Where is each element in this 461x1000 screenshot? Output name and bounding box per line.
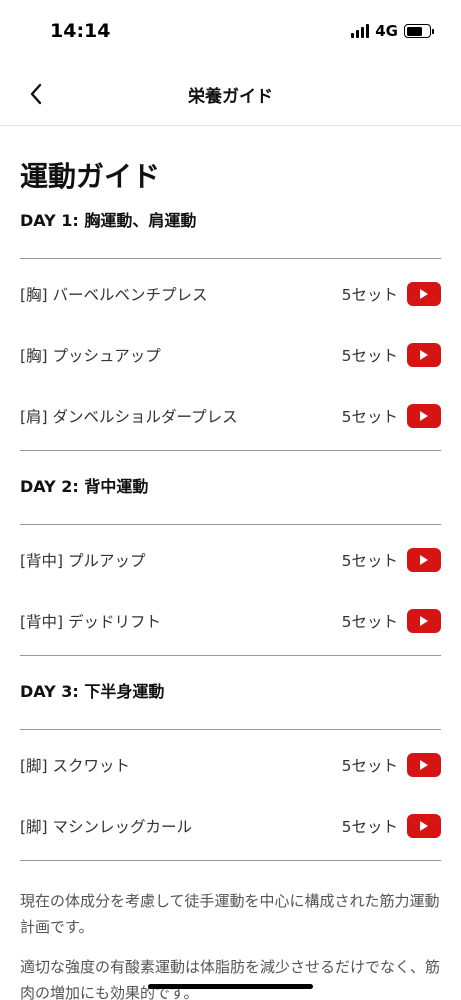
day-title: DAY 1: 胸運動、肩運動 [20, 211, 197, 230]
plan-description: 現在の体成分を考慮して徒手運動を中心に構成された筋力運動計画です。 [20, 892, 440, 936]
signal-icon [351, 24, 370, 38]
day-section-1: DAY 1: 胸運動、肩運動 [胸] バーベルベンチプレス 5セット [胸] プ… [20, 210, 441, 451]
play-video-button[interactable] [407, 403, 441, 428]
exercise-sets: 5セット [341, 407, 398, 426]
exercise-sets: 5セット [341, 346, 398, 365]
play-video-button[interactable] [407, 547, 441, 572]
play-video-button[interactable] [407, 813, 441, 838]
exercise-name: [背中] デッドリフト [20, 612, 162, 631]
play-video-button[interactable] [407, 342, 441, 367]
cardio-note: 適切な強度の有酸素運動は体脂肪を減少させるだけでなく、筋肉の増加にも効果的です。 [20, 958, 441, 1000]
play-video-button[interactable] [407, 281, 441, 306]
status-bar: 14:14 4G [0, 0, 461, 62]
youtube-play-icon [420, 554, 428, 565]
play-video-button[interactable] [407, 752, 441, 777]
exercise-name: [脚] マシンレッグカール [20, 817, 193, 836]
youtube-play-icon [420, 288, 428, 299]
youtube-play-icon [420, 349, 428, 360]
youtube-play-icon [420, 615, 428, 626]
day-title: DAY 3: 下半身運動 [20, 682, 165, 701]
exercise-row: [胸] プッシュアップ 5セット [20, 324, 441, 385]
page-title: 運動ガイド [20, 160, 161, 193]
day-section-3: DAY 3: 下半身運動 [脚] スクワット 5セット [脚] マシンレッグカー… [20, 681, 441, 861]
exercise-list: [胸] バーベルベンチプレス 5セット [胸] プッシュアップ 5セット [肩]… [20, 258, 441, 451]
exercise-sets: 5セット [341, 551, 398, 570]
status-time: 14:14 [50, 20, 111, 42]
exercise-name: [胸] プッシュアップ [20, 346, 161, 365]
status-indicators: 4G [351, 22, 434, 40]
exercise-list: [背中] プルアップ 5セット [背中] デッドリフト 5セット [20, 524, 441, 656]
youtube-play-icon [420, 759, 428, 770]
home-indicator [148, 984, 313, 989]
play-video-button[interactable] [407, 608, 441, 633]
exercise-row: [肩] ダンベルショルダープレス 5セット [20, 385, 441, 446]
day-section-2: DAY 2: 背中運動 [背中] プルアップ 5セット [背中] デッドリフト … [20, 476, 441, 656]
exercise-row: [背中] デッドリフト 5セット [20, 590, 441, 651]
exercise-sets: 5セット [341, 285, 398, 304]
exercise-row: [背中] プルアップ 5セット [20, 529, 441, 590]
exercise-row: [脚] スクワット 5セット [20, 734, 441, 795]
exercise-name: [胸] バーベルベンチプレス [20, 285, 208, 304]
youtube-play-icon [420, 410, 428, 421]
exercise-name: [肩] ダンベルショルダープレス [20, 407, 238, 426]
exercise-sets: 5セット [341, 756, 398, 775]
main-content: 運動ガイド DAY 1: 胸運動、肩運動 [胸] バーベルベンチプレス 5セット… [20, 127, 441, 1000]
youtube-play-icon [420, 820, 428, 831]
exercise-name: [背中] プルアップ [20, 551, 146, 570]
navigation-bar: 栄養ガイド [0, 62, 461, 126]
network-type: 4G [375, 22, 398, 40]
day-title: DAY 2: 背中運動 [20, 477, 149, 496]
nav-title: 栄養ガイド [188, 87, 273, 107]
exercise-row: [胸] バーベルベンチプレス 5セット [20, 263, 441, 324]
battery-icon [404, 24, 434, 38]
exercise-sets: 5セット [341, 817, 398, 836]
exercise-name: [脚] スクワット [20, 756, 131, 775]
exercise-list: [脚] スクワット 5セット [脚] マシンレッグカール 5セット [20, 729, 441, 861]
exercise-sets: 5セット [341, 612, 398, 631]
exercise-row: [脚] マシンレッグカール 5セット [20, 795, 441, 856]
